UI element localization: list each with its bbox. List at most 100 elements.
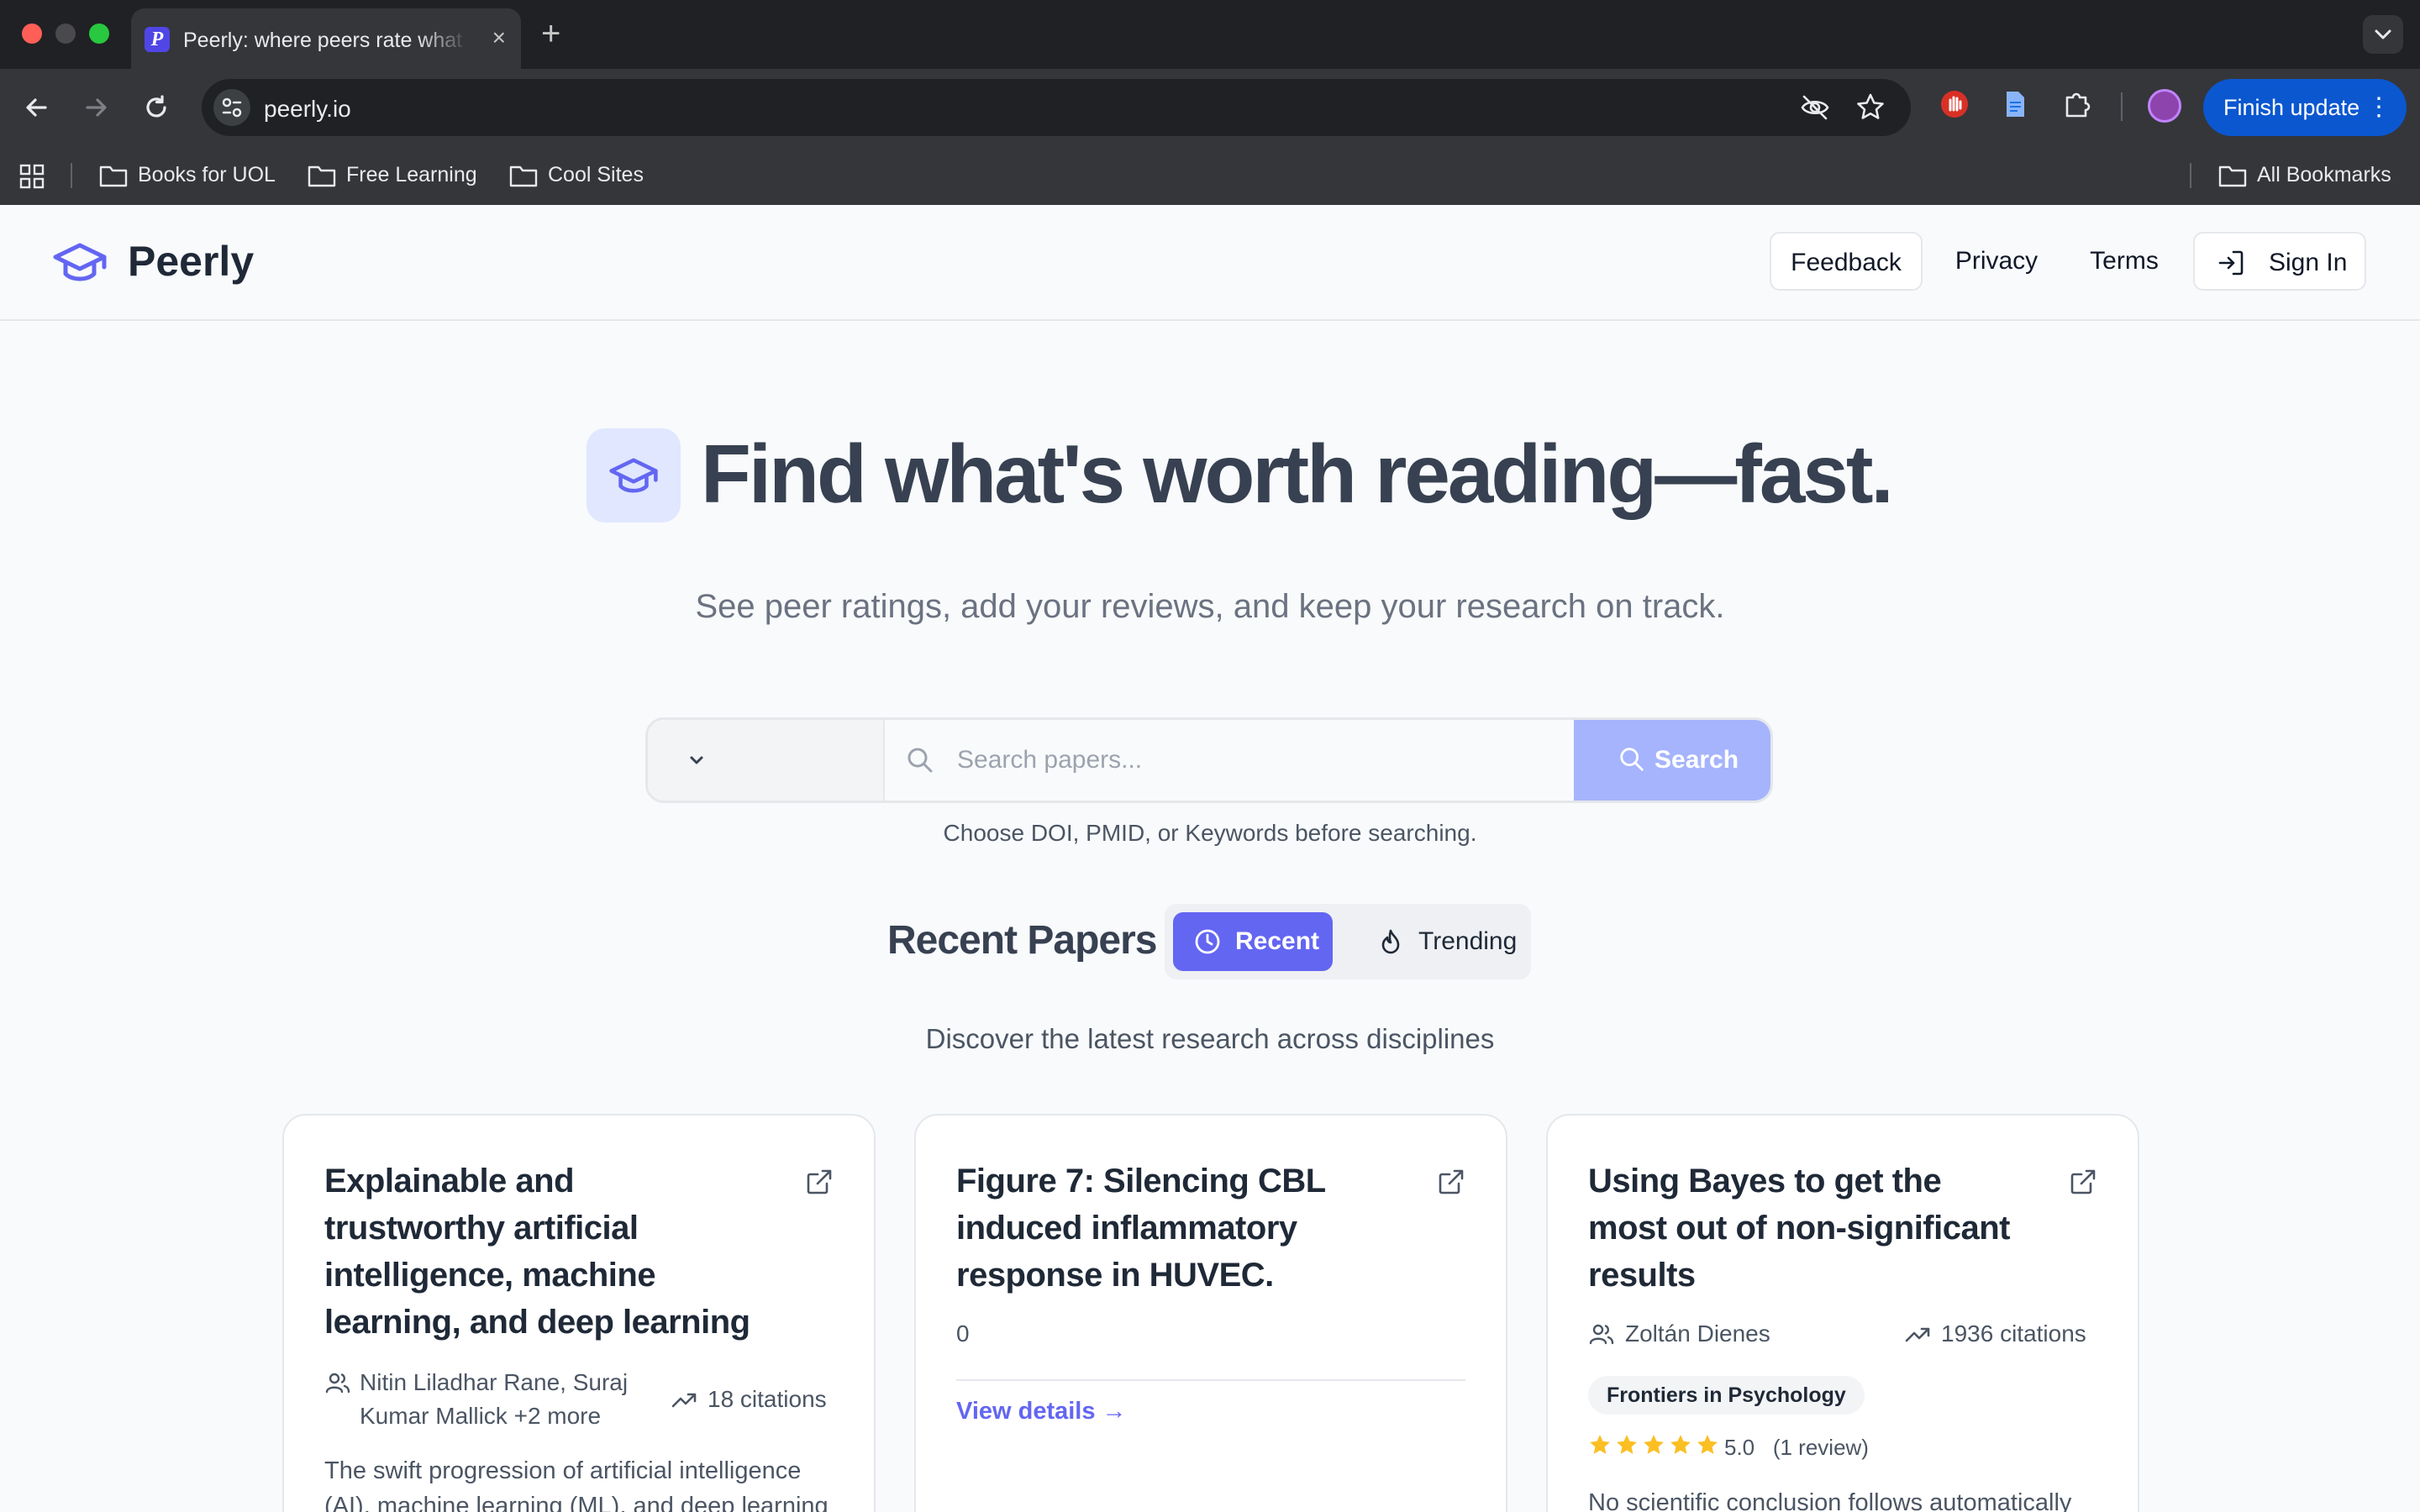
all-bookmarks-button[interactable]: All Bookmarks bbox=[2218, 163, 2391, 187]
document-extension-icon[interactable] bbox=[1998, 87, 2032, 121]
new-tab-button[interactable]: + bbox=[541, 15, 560, 52]
puzzle-extensions-icon[interactable] bbox=[2060, 87, 2094, 121]
reload-icon[interactable] bbox=[138, 89, 175, 126]
review-count: (1 review) bbox=[1772, 1435, 1869, 1460]
bookmark-star-icon[interactable] bbox=[1854, 91, 1887, 124]
folder-icon bbox=[509, 165, 538, 186]
maximize-window-button[interactable] bbox=[89, 24, 109, 44]
bookmarks-divider bbox=[71, 163, 72, 188]
folder-icon bbox=[99, 165, 128, 186]
paper-title[interactable]: Using Bayes to get the most out of non-s… bbox=[1588, 1158, 2025, 1299]
star-icon bbox=[1590, 1435, 1610, 1454]
paper-card[interactable]: Figure 7: Silencing CBL induced inflamma… bbox=[914, 1114, 1507, 1512]
back-arrow-icon[interactable] bbox=[18, 89, 55, 126]
external-link-icon[interactable] bbox=[805, 1168, 834, 1196]
section-title: Recent Papers bbox=[887, 918, 1157, 963]
tab-trending-label: Trending bbox=[1418, 927, 1518, 955]
star-icon bbox=[1697, 1435, 1718, 1454]
view-details-link[interactable]: View details → bbox=[956, 1398, 1127, 1425]
paper-abstract: No scientific conclusion follows automat… bbox=[1588, 1489, 2072, 1512]
profile-avatar[interactable] bbox=[2148, 89, 2181, 123]
chevron-down-icon bbox=[2375, 29, 2391, 39]
eye-off-icon[interactable] bbox=[1798, 91, 1832, 124]
tab-trending[interactable]: Trending bbox=[1355, 912, 1523, 971]
terms-link[interactable]: Terms bbox=[2072, 232, 2176, 291]
journal-badge[interactable]: Frontiers in Psychology bbox=[1588, 1376, 1865, 1415]
privacy-link[interactable]: Privacy bbox=[1941, 232, 2052, 291]
users-icon bbox=[1589, 1324, 1614, 1345]
papers-tab-switcher: Recent Trending bbox=[1165, 904, 1531, 979]
toolbar-divider bbox=[2121, 92, 2123, 121]
paper-citations: 18 citations bbox=[708, 1386, 827, 1412]
external-link-icon[interactable] bbox=[2069, 1168, 2097, 1196]
rating-summary: 5.0 (1 review) bbox=[1724, 1435, 1869, 1461]
graduation-cap-icon[interactable] bbox=[52, 239, 108, 286]
search-icon bbox=[1620, 748, 1644, 771]
paper-abstract: The swift progression of artificial inte… bbox=[324, 1457, 829, 1512]
search-input[interactable] bbox=[885, 720, 1574, 801]
peerly-favicon-icon: P bbox=[145, 27, 170, 52]
bookmarks-divider bbox=[2190, 163, 2191, 188]
section-subtitle: Discover the latest research across disc… bbox=[925, 1023, 1495, 1054]
browser-toolbar: peerly.io bbox=[0, 69, 2420, 146]
bookmark-label: Free Learning bbox=[346, 163, 477, 186]
external-link-icon[interactable] bbox=[1437, 1168, 1465, 1196]
browser-tab-bar: P Peerly: where peers rate what matters … bbox=[0, 0, 2420, 69]
bookmark-folder-books[interactable]: Books for UOL bbox=[99, 163, 276, 187]
close-window-button[interactable] bbox=[22, 24, 42, 44]
tab-search-button[interactable] bbox=[2363, 15, 2403, 54]
search-button-label: Search bbox=[1655, 746, 1739, 774]
ad-blocker-extension-icon[interactable] bbox=[1938, 87, 1971, 121]
finish-update-button[interactable]: Finish update ⋮ bbox=[2203, 79, 2407, 136]
flame-icon bbox=[1381, 929, 1400, 954]
paper-title[interactable]: Figure 7: Silencing CBL induced inflamma… bbox=[956, 1158, 1393, 1299]
finish-update-label: Finish update bbox=[2223, 95, 2360, 120]
all-bookmarks-label: All Bookmarks bbox=[2257, 163, 2391, 186]
rating-value: 5.0 bbox=[1724, 1435, 1755, 1460]
graduation-cap-icon bbox=[609, 458, 658, 493]
forward-arrow-icon[interactable] bbox=[77, 89, 114, 126]
bookmark-label: Books for UOL bbox=[138, 163, 276, 186]
paper-title[interactable]: Explainable and trustworthy artificial i… bbox=[324, 1158, 761, 1346]
tab-recent[interactable]: Recent bbox=[1173, 912, 1333, 971]
sign-in-button[interactable]: Sign In bbox=[2193, 232, 2366, 291]
tab-recent-label: Recent bbox=[1235, 927, 1320, 955]
url-text[interactable]: peerly.io bbox=[264, 96, 351, 123]
bookmark-folder-cool-sites[interactable]: Cool Sites bbox=[509, 163, 644, 187]
browser-tab[interactable]: P Peerly: where peers rate what matters … bbox=[131, 8, 521, 69]
star-icon bbox=[1644, 1435, 1664, 1454]
brand-name[interactable]: Peerly bbox=[128, 237, 254, 286]
log-in-icon bbox=[2218, 250, 2244, 276]
bookmark-folder-free-learning[interactable]: Free Learning bbox=[308, 163, 477, 187]
paper-card[interactable]: Explainable and trustworthy artificial i… bbox=[282, 1114, 876, 1512]
address-bar[interactable]: peerly.io bbox=[202, 79, 1911, 136]
users-icon bbox=[325, 1373, 350, 1394]
minimize-window-button[interactable] bbox=[55, 24, 76, 44]
more-vert-icon[interactable]: ⋮ bbox=[2366, 79, 2391, 136]
card-divider bbox=[956, 1379, 1465, 1381]
star-rating bbox=[1588, 1433, 1719, 1457]
search-button[interactable]: Search bbox=[1574, 720, 1770, 801]
tab-close-icon[interactable]: × bbox=[492, 25, 506, 50]
clock-icon bbox=[1195, 929, 1220, 954]
hero-title: Find what's worth reading—fast. bbox=[701, 428, 1894, 520]
feedback-button[interactable]: Feedback bbox=[1770, 232, 1923, 291]
star-icon bbox=[1670, 1435, 1691, 1454]
tune-icon bbox=[222, 97, 242, 118]
search-bar: Search bbox=[645, 717, 1773, 803]
paper-card[interactable]: Using Bayes to get the most out of non-s… bbox=[1546, 1114, 2139, 1512]
hero-subtitle: See peer ratings, add your reviews, and … bbox=[695, 588, 1725, 625]
search-type-select[interactable] bbox=[648, 720, 885, 801]
tab-title: Peerly: where peers rate what matters bbox=[183, 29, 469, 52]
site-header: Peerly Feedback Privacy Terms Sign In bbox=[0, 205, 2420, 321]
trending-up-icon bbox=[1905, 1327, 1930, 1342]
hero-logo-badge bbox=[587, 428, 681, 522]
site-info-button[interactable] bbox=[213, 89, 250, 126]
paper-count: 0 bbox=[956, 1320, 970, 1347]
search-hint: Choose DOI, PMID, or Keywords before sea… bbox=[943, 820, 1477, 846]
star-icon bbox=[1617, 1435, 1637, 1454]
apps-grid-icon[interactable] bbox=[18, 163, 45, 190]
folder-icon bbox=[2218, 165, 2247, 186]
bookmark-label: Cool Sites bbox=[548, 163, 644, 186]
folder-icon bbox=[308, 165, 336, 186]
